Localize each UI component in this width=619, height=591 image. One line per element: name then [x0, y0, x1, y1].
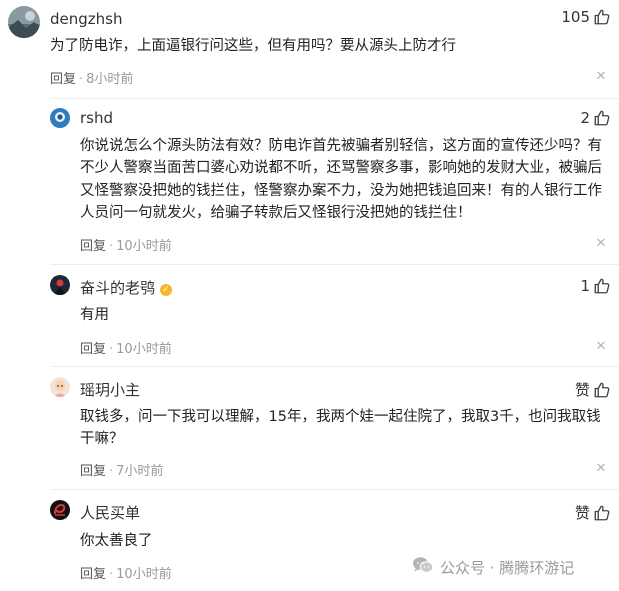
like-count: 2 — [580, 109, 590, 127]
divider — [50, 264, 619, 265]
close-icon[interactable]: ✕ — [595, 70, 607, 83]
timestamp: 10小时前 — [116, 342, 172, 357]
thumbs-up-icon — [593, 109, 611, 127]
comment-meta: 回复 · 10小时前 — [80, 338, 172, 357]
wechat-icon — [412, 556, 434, 578]
avatar[interactable] — [50, 275, 70, 295]
meta-separator: · — [109, 567, 114, 582]
like-button[interactable]: 赞 — [575, 502, 611, 523]
divider — [50, 98, 619, 99]
reply-button[interactable]: 回复 — [80, 567, 106, 582]
meta-separator: · — [109, 239, 114, 254]
verified-badge-icon: ✓ — [160, 284, 173, 296]
like-button[interactable]: 105 — [561, 8, 611, 26]
username[interactable]: rshd — [80, 109, 113, 127]
like-button[interactable]: 赞 — [575, 379, 611, 400]
thumbs-up-icon — [593, 8, 611, 26]
comment-text: 你说说怎么个源头防法有效？防电诈首先被骗者别轻信，这方面的宣传还少吗？有不少人警… — [80, 138, 602, 222]
comment-meta: 回复 · 10小时前 — [80, 235, 172, 254]
comment-meta: 回复 · 8小时前 — [50, 68, 133, 87]
avatar[interactable] — [50, 377, 70, 397]
reply-button[interactable]: 回复 — [80, 342, 106, 357]
avatar[interactable] — [50, 500, 70, 520]
like-button[interactable]: 1 — [580, 277, 611, 295]
avatar[interactable] — [8, 6, 40, 38]
meta-separator: · — [79, 72, 84, 87]
comment-text: 取钱多，问一下我可以理解，15年，我两个娃一起住院了，我取3千，也问我取钱干嘛？ — [80, 409, 601, 448]
watermark: 公众号 · 腾腾环游记 — [412, 556, 574, 578]
reply-button[interactable]: 回复 — [80, 464, 106, 479]
username[interactable]: 瑶玥小主 — [80, 379, 140, 400]
thumbs-up-icon — [593, 381, 611, 399]
username[interactable]: 奋斗的老鸮 ✓ — [80, 277, 173, 298]
timestamp: 10小时前 — [116, 567, 172, 582]
like-count: 105 — [561, 8, 590, 26]
like-button[interactable]: 2 — [580, 109, 611, 127]
timestamp: 8小时前 — [86, 72, 134, 87]
comment-text: 为了防电诈，上面逼银行问这些，但有用吗？要从源头上防才行 — [50, 38, 456, 54]
timestamp: 10小时前 — [116, 239, 172, 254]
avatar[interactable] — [50, 108, 70, 128]
timestamp: 7小时前 — [116, 464, 164, 479]
thumbs-up-icon — [593, 277, 611, 295]
close-icon[interactable]: ✕ — [595, 462, 607, 475]
comment-text: 你太善良了 — [80, 533, 153, 549]
close-icon[interactable]: ✕ — [595, 340, 607, 353]
username-text: 奋斗的老鸮 — [80, 279, 156, 297]
divider — [50, 489, 619, 490]
meta-separator: · — [109, 342, 114, 357]
watermark-text: 公众号 · 腾腾环游记 — [440, 558, 575, 577]
reply-button[interactable]: 回复 — [50, 72, 76, 87]
meta-separator: · — [109, 464, 114, 479]
like-count: 赞 — [574, 381, 590, 399]
close-icon[interactable]: ✕ — [595, 237, 607, 250]
like-count: 1 — [580, 277, 590, 295]
comment-text: 有用 — [80, 307, 109, 323]
comment-meta: 回复 · 10小时前 — [80, 563, 172, 582]
reply-button[interactable]: 回复 — [80, 239, 106, 254]
username[interactable]: 人民买单 — [80, 502, 140, 523]
comment-meta: 回复 · 7小时前 — [80, 460, 163, 479]
divider — [50, 366, 619, 367]
thumbs-up-icon — [593, 504, 611, 522]
username[interactable]: dengzhsh — [50, 10, 122, 28]
like-count: 赞 — [574, 504, 590, 522]
